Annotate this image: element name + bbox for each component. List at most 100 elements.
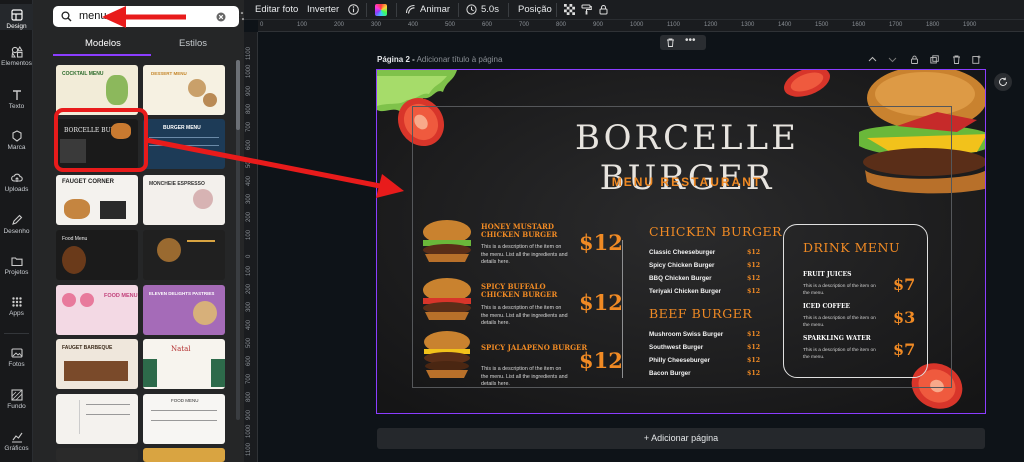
chicken-burger-heading[interactable]: CHICKEN BURGER — [649, 224, 782, 239]
menu-row-price[interactable]: $12 — [747, 344, 760, 351]
rail-label: Desenho — [3, 228, 30, 235]
menu-row-name[interactable]: Philly Cheeseburger — [649, 357, 710, 364]
featured-item-name[interactable]: HONEY MUSTARD CHICKEN BURGER — [481, 223, 557, 239]
featured-item-name[interactable]: SPICY JALAPENO BURGER — [481, 344, 587, 352]
rail-item-fotos[interactable]: Fotos — [0, 347, 33, 368]
rail-item-marca[interactable]: Marca — [0, 130, 33, 151]
featured-item-name[interactable]: SPICY BUFFALO CHICKEN BURGER — [481, 283, 557, 299]
rail-item-fundo[interactable]: Fundo — [0, 389, 33, 410]
tab-estilos[interactable]: Estilos — [179, 38, 207, 49]
animate-button[interactable]: Animar — [420, 4, 450, 15]
color-picker-icon[interactable] — [375, 4, 387, 16]
template-thumbnail[interactable] — [56, 448, 138, 462]
menu-row-name[interactable]: Teriyaki Chicken Burger — [649, 288, 721, 295]
template-thumbnail[interactable]: ELEVEN DELIGHTS PASTRIES — [143, 285, 225, 335]
drink-item-price[interactable]: $7 — [893, 275, 915, 294]
template-thumbnail[interactable]: Natal — [143, 339, 225, 389]
rail-item-desenho[interactable]: Desenho — [0, 214, 33, 235]
menu-row-name[interactable]: Classic Cheeseburger — [649, 249, 715, 256]
rail-label: Apps — [9, 310, 24, 317]
template-thumbnail[interactable] — [143, 230, 225, 280]
add-page-icon[interactable] — [972, 55, 981, 64]
tab-modelos[interactable]: Modelos — [85, 38, 121, 49]
info-icon[interactable] — [348, 4, 359, 15]
more-options-icon[interactable]: ••• — [685, 35, 696, 46]
template-thumbnail[interactable]: COCKTAIL MENU — [56, 65, 138, 115]
rail-item-projetos[interactable]: Projetos — [0, 255, 33, 276]
lock-icon[interactable] — [910, 55, 919, 64]
drink-item-desc[interactable]: This is a description of the item on the… — [803, 348, 883, 361]
flip-button[interactable]: Inverter — [307, 4, 339, 15]
menu-row-price[interactable]: $12 — [747, 275, 760, 282]
template-thumbnail[interactable]: DESSERT MENU — [143, 65, 225, 115]
design-canvas[interactable]: BORCELLE BURGER MENU RESTAURANT HONEY MU… — [376, 69, 986, 414]
rail-item-graficos[interactable]: Gráficos — [0, 431, 33, 452]
template-thumbnail[interactable]: BORCELLE BURGER — [56, 119, 138, 169]
template-thumbnail[interactable]: FAUGET BARBEQUE — [56, 339, 138, 389]
featured-item-desc[interactable]: This is a description of the item on the… — [481, 244, 569, 267]
rail-item-apps[interactable]: Apps — [0, 296, 33, 317]
template-thumbnail[interactable]: MONCHEIE ESPRESSO — [143, 175, 225, 225]
menu-subtitle[interactable]: MENU RESTAURANT — [572, 175, 802, 189]
menu-row-price[interactable]: $12 — [747, 288, 760, 295]
drink-menu-heading[interactable]: DRINK MENU — [803, 240, 900, 255]
ruler-tick-label: 1700 — [889, 22, 903, 28]
edit-photo-button[interactable]: Editar foto — [255, 4, 298, 15]
drink-item-name[interactable]: ICED COFFEE — [803, 303, 850, 310]
template-thumbnail[interactable]: BURGER MENU — [143, 119, 225, 169]
rail-item-texto[interactable]: Texto — [0, 89, 33, 110]
drink-item-price[interactable]: $3 — [893, 308, 915, 327]
template-thumbnail[interactable]: FAUGET CORNER — [56, 175, 138, 225]
rail-item-uploads[interactable]: Uploads — [0, 172, 33, 193]
featured-item-desc[interactable]: This is a description of the item on the… — [481, 366, 569, 389]
menu-row-price[interactable]: $12 — [747, 370, 760, 377]
template-thumbnail[interactable]: FOOD MENU — [56, 285, 138, 335]
chevron-down-icon[interactable] — [888, 55, 897, 64]
ruler-tick-label: 1800 — [926, 22, 940, 28]
ruler-tick-label: 1100 — [246, 443, 252, 456]
paint-roller-icon[interactable] — [581, 4, 592, 15]
panel-scrollbar-handle[interactable] — [236, 60, 240, 130]
drink-item-name[interactable]: FRUIT JUICES — [803, 271, 851, 278]
featured-item-price[interactable]: $12 — [579, 290, 623, 315]
template-thumbnail[interactable]: Food Menu — [56, 230, 138, 280]
beef-burger-heading[interactable]: BEEF BURGER — [649, 306, 752, 321]
menu-row-name[interactable]: Spicy Chicken Burger — [649, 262, 714, 269]
rail-item-elementos[interactable]: Elementos — [0, 46, 33, 67]
menu-row-name[interactable]: Mushroom Swiss Burger — [649, 331, 723, 338]
menu-row-name[interactable]: BBQ Chicken Burger — [649, 275, 712, 282]
search-value: menu — [79, 10, 107, 22]
template-thumbnail[interactable] — [143, 448, 225, 462]
rail-item-design[interactable]: Design — [0, 4, 33, 30]
brand-icon — [11, 130, 22, 142]
template-thumbnail[interactable] — [56, 394, 138, 444]
add-page-button[interactable]: + Adicionar página — [377, 428, 985, 449]
featured-item-desc[interactable]: This is a description of the item on the… — [481, 305, 569, 328]
menu-row-price[interactable]: $12 — [747, 262, 760, 269]
drink-item-desc[interactable]: This is a description of the item on the… — [803, 316, 883, 329]
menu-row-price[interactable]: $12 — [747, 249, 760, 256]
transparency-icon[interactable] — [564, 4, 575, 15]
featured-item-price[interactable]: $12 — [579, 230, 623, 255]
drink-item-desc[interactable]: This is a description of the item on the… — [803, 284, 883, 297]
position-button[interactable]: Posição — [518, 4, 552, 15]
clear-icon[interactable] — [216, 12, 226, 22]
page-title-input[interactable]: Adicionar título à página — [417, 55, 503, 64]
lock-icon[interactable] — [598, 4, 609, 15]
duplicate-icon[interactable] — [930, 55, 939, 64]
drink-item-name[interactable]: SPARKLING WATER — [803, 335, 871, 342]
template-thumbnail[interactable]: FOOD MENU — [143, 394, 225, 444]
drink-item-price[interactable]: $7 — [893, 340, 915, 359]
trash-icon[interactable] — [952, 55, 961, 64]
menu-row-name[interactable]: Southwest Burger — [649, 344, 703, 351]
duration-button[interactable]: 5.0s — [481, 4, 499, 15]
search-input[interactable]: menu — [53, 6, 249, 27]
menu-row-price[interactable]: $12 — [747, 331, 760, 338]
trash-icon[interactable] — [666, 38, 675, 47]
menu-row-price[interactable]: $12 — [747, 357, 760, 364]
ruler-tick-label: 200 — [246, 211, 252, 222]
chevron-up-icon[interactable] — [868, 55, 877, 64]
menu-row-name[interactable]: Bacon Burger — [649, 370, 691, 377]
refresh-button[interactable] — [994, 73, 1012, 91]
featured-item-price[interactable]: $12 — [579, 348, 623, 373]
